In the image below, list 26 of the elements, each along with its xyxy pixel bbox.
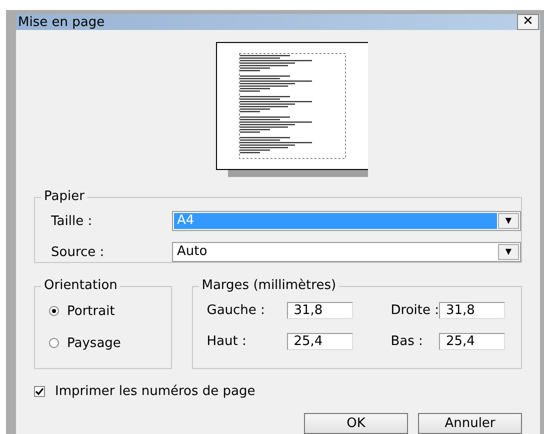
field-label: Source : (50, 244, 106, 260)
radio-button[interactable] (49, 338, 59, 348)
input-field[interactable]: 31,8 (286, 302, 353, 319)
dropdown-value: Auto (176, 244, 208, 260)
radio-button[interactable] (49, 306, 59, 316)
field-label: Taille : (50, 214, 94, 228)
input-field[interactable]: 31,8 (439, 302, 505, 319)
field-label: Haut : (206, 334, 248, 349)
dropdown-value: A4 (174, 213, 497, 229)
checkbox[interactable] (34, 386, 45, 397)
dialog-button[interactable]: OK (304, 413, 408, 434)
group-title: Marges (millimètres) (198, 278, 340, 294)
dropdown-field[interactable]: Auto ▼ (172, 242, 521, 262)
checkbox-label: Imprimer les numéros de page (55, 384, 256, 399)
radio-label: Portrait (67, 304, 115, 318)
field-label: Bas : (390, 334, 424, 349)
radio-label: Paysage (67, 336, 121, 350)
group-title: Papier (41, 189, 88, 205)
close-button[interactable]: ✕ (517, 14, 539, 30)
dropdown-field[interactable]: A4 ▼ (172, 211, 521, 231)
field-label: Gauche : (206, 303, 266, 318)
dialog-button[interactable]: Annuler (418, 413, 522, 434)
input-field[interactable]: 25,4 (286, 333, 353, 350)
input-field[interactable]: 25,4 (439, 333, 505, 350)
field-label: Droite : (390, 303, 439, 318)
window-title: Mise en page (18, 14, 105, 30)
